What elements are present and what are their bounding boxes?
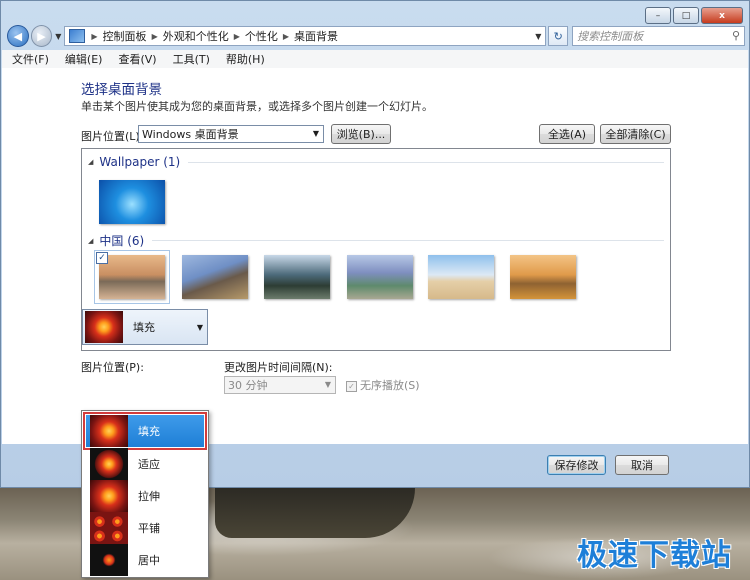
breadcrumb-appearance[interactable]: 外观和个性化 bbox=[163, 28, 229, 44]
option-fit[interactable]: 适应 bbox=[86, 448, 204, 480]
menu-tools[interactable]: 工具(T) bbox=[163, 51, 216, 67]
maximize-button[interactable]: □ bbox=[673, 7, 699, 24]
picture-location-select[interactable]: Windows 桌面背景 ▼ bbox=[138, 125, 324, 143]
chevron-down-icon: ▼ bbox=[196, 322, 203, 332]
page-title: 选择桌面背景 bbox=[81, 82, 162, 98]
control-panel-icon bbox=[69, 29, 86, 43]
chevron-right-icon[interactable]: ▶ bbox=[91, 32, 97, 41]
wallpaper-thumb-desert[interactable] bbox=[428, 255, 494, 299]
option-label: 居中 bbox=[138, 554, 160, 567]
option-label: 平铺 bbox=[138, 522, 160, 535]
window-controls: – □ x bbox=[645, 7, 743, 24]
site-watermark: 极速下载站 bbox=[577, 538, 732, 573]
chevron-right-icon[interactable]: ▶ bbox=[283, 32, 289, 41]
chevron-down-icon: ▼ bbox=[312, 129, 319, 138]
minimize-button[interactable]: – bbox=[645, 7, 671, 24]
breadcrumb-personalization[interactable]: 个性化 bbox=[245, 28, 278, 44]
collapse-triangle-icon[interactable]: ◢ bbox=[88, 237, 93, 245]
chevron-down-icon: ▼ bbox=[324, 380, 331, 389]
page-subtitle: 单击某个图片使其成为您的桌面背景，或选择多个图片创建一个幻灯片。 bbox=[81, 100, 433, 113]
interval-value: 30 分钟 bbox=[228, 379, 268, 392]
interval-label: 更改图片时间间隔(N): bbox=[224, 361, 333, 374]
center-preview-icon bbox=[90, 544, 128, 576]
group-header-china[interactable]: ◢ 中国 (6) bbox=[88, 232, 664, 249]
fit-preview-icon bbox=[90, 448, 128, 480]
picture-location-value: Windows 桌面背景 bbox=[142, 128, 239, 141]
checkbox-icon[interactable]: ✓ bbox=[96, 252, 108, 264]
shuffle-checkbox[interactable]: ✓ bbox=[346, 380, 357, 392]
forward-button[interactable]: ▶ bbox=[30, 25, 53, 47]
refresh-button[interactable]: ↻ bbox=[548, 26, 569, 46]
search-placeholder: 搜索控制面板 bbox=[577, 30, 644, 43]
shuffle-label: 无序播放(S) bbox=[360, 379, 420, 392]
option-label: 填充 bbox=[138, 425, 160, 438]
menu-file[interactable]: 文件(F) bbox=[2, 51, 55, 67]
save-changes-button[interactable]: 保存修改 bbox=[547, 455, 606, 475]
tile-preview-icon bbox=[90, 512, 128, 544]
picture-location-label: 图片位置(L): bbox=[81, 130, 144, 143]
breadcrumb-control-panel[interactable]: 控制面板 bbox=[103, 28, 147, 44]
recent-pages-dropdown-icon[interactable]: ▼ bbox=[55, 32, 61, 41]
shuffle-option[interactable]: ✓ 无序播放(S) bbox=[346, 377, 420, 393]
wallpaper-thumb-great-wall[interactable] bbox=[182, 255, 248, 299]
group-title: Wallpaper (1) bbox=[99, 155, 181, 169]
divider bbox=[152, 240, 664, 241]
navigation-bar: ◀ ▶ ▼ ▶ 控制面板 ▶ 外观和个性化 ▶ 个性化 ▶ 桌面背景 ▼ ↻ 搜… bbox=[7, 25, 745, 47]
option-fill[interactable]: 填充 bbox=[83, 412, 207, 450]
interval-select[interactable]: 30 分钟 ▼ bbox=[224, 376, 336, 394]
wallpaper-thumb-bridge[interactable] bbox=[510, 255, 576, 299]
option-tile[interactable]: 平铺 bbox=[86, 512, 204, 544]
breadcrumb-desktop-background[interactable]: 桌面背景 bbox=[294, 28, 338, 44]
wallpaper-thumb-river[interactable] bbox=[347, 255, 413, 299]
address-dropdown-icon[interactable]: ▼ bbox=[535, 32, 541, 41]
option-label: 适应 bbox=[138, 458, 160, 471]
search-icon[interactable]: ⚲ bbox=[732, 29, 740, 42]
clear-all-button[interactable]: 全部清除(C) bbox=[600, 124, 671, 144]
chevron-right-icon[interactable]: ▶ bbox=[152, 32, 158, 41]
browse-button[interactable]: 浏览(B)... bbox=[331, 124, 391, 144]
menu-edit[interactable]: 编辑(E) bbox=[55, 51, 109, 67]
group-header-wallpaper[interactable]: ◢ Wallpaper (1) bbox=[88, 155, 664, 169]
menu-view[interactable]: 查看(V) bbox=[108, 51, 162, 67]
option-stretch[interactable]: 拉伸 bbox=[86, 480, 204, 512]
wallpaper-thumb-win7[interactable] bbox=[99, 180, 165, 224]
option-center[interactable]: 居中 bbox=[86, 544, 204, 576]
menu-help[interactable]: 帮助(H) bbox=[216, 51, 271, 67]
option-label: 拉伸 bbox=[138, 490, 160, 503]
select-all-button[interactable]: 全选(A) bbox=[539, 124, 595, 144]
collapse-triangle-icon[interactable]: ◢ bbox=[88, 158, 93, 166]
main-content: 选择桌面背景 单击某个图片使其成为您的桌面背景，或选择多个图片创建一个幻灯片。 … bbox=[2, 68, 748, 444]
chevron-right-icon[interactable]: ▶ bbox=[234, 32, 240, 41]
wallpaper-boat bbox=[215, 488, 415, 538]
fill-preview-icon bbox=[90, 415, 128, 447]
close-button[interactable]: x bbox=[701, 7, 743, 24]
cancel-button[interactable]: 取消 bbox=[615, 455, 669, 475]
divider bbox=[188, 161, 664, 163]
address-bar[interactable]: ▶ 控制面板 ▶ 外观和个性化 ▶ 个性化 ▶ 桌面背景 ▼ bbox=[64, 26, 547, 46]
menu-bar: 文件(F) 编辑(E) 查看(V) 工具(T) 帮助(H) bbox=[2, 50, 748, 69]
wallpaper-thumb-guilin[interactable]: ✓ bbox=[94, 250, 170, 304]
group-title: 中国 (6) bbox=[99, 234, 145, 248]
stretch-preview-icon bbox=[90, 480, 128, 512]
back-button[interactable]: ◀ bbox=[7, 25, 29, 47]
picture-position-label: 图片位置(P): bbox=[81, 361, 144, 374]
picture-position-select[interactable]: 填充 ▼ bbox=[82, 309, 208, 345]
picture-position-options: 填充 适应 拉伸 平铺 居中 bbox=[81, 410, 209, 578]
wallpaper-thumb-karst[interactable] bbox=[264, 255, 330, 299]
search-input[interactable]: 搜索控制面板 ⚲ bbox=[572, 26, 745, 46]
fill-preview-icon bbox=[85, 311, 123, 343]
picture-position-value: 填充 bbox=[133, 321, 155, 334]
